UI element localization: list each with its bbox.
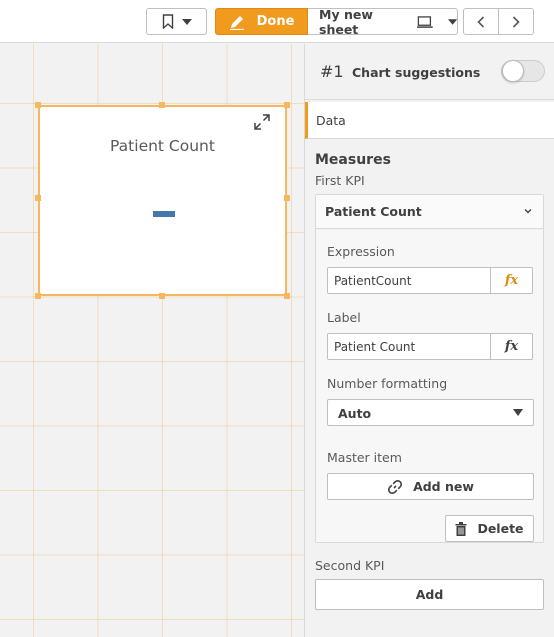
- add-new-master-item-button[interactable]: Add new: [327, 473, 534, 500]
- next-sheet-button[interactable]: [498, 8, 534, 35]
- caret-down-icon: [447, 18, 458, 25]
- measure-accordion: Patient Count Expression PatientCount fx…: [315, 194, 544, 543]
- tab-data[interactable]: Data: [305, 102, 554, 139]
- number-formatting-select[interactable]: Auto: [327, 399, 534, 426]
- expression-input[interactable]: PatientCount: [327, 267, 491, 294]
- resize-handle-right[interactable]: [284, 195, 290, 201]
- master-item-label: Master item: [327, 450, 402, 465]
- label-input[interactable]: Patient Count: [327, 333, 491, 360]
- measure-header-label: Patient Count: [325, 204, 422, 219]
- sheet-menu-button[interactable]: My new sheet: [308, 6, 458, 37]
- done-label: Done: [256, 14, 295, 29]
- kpi-title: Patient Count: [110, 137, 215, 155]
- bookmarks-button[interactable]: [146, 8, 207, 35]
- measures-heading: Measures: [315, 152, 391, 168]
- toolbar: Done My new sheet: [0, 0, 554, 43]
- label-field-label: Label: [327, 310, 361, 325]
- kpi-value-text: –: [153, 211, 154, 212]
- chart-suggestions-toggle[interactable]: [501, 60, 545, 82]
- measure-accordion-header[interactable]: Patient Count: [316, 195, 543, 229]
- trash-icon: [455, 521, 467, 536]
- link-icon: [388, 479, 403, 494]
- resize-handle-top-left[interactable]: [35, 102, 41, 108]
- label-fx-button[interactable]: fx: [490, 333, 533, 360]
- expression-fx-button[interactable]: fx: [490, 267, 533, 294]
- delete-measure-button[interactable]: Delete: [445, 515, 534, 542]
- chevron-left-icon: [477, 15, 485, 28]
- number-formatting-value: Auto: [338, 406, 372, 421]
- sheet-monitor-icon: [417, 15, 433, 28]
- kpi-value: –: [153, 211, 175, 217]
- kpi-chart-object[interactable]: Patient Count –: [38, 105, 287, 296]
- object-number: #1: [320, 62, 344, 81]
- delete-label: Delete: [477, 521, 524, 536]
- toggle-knob: [502, 60, 524, 82]
- expression-label: Expression: [327, 244, 395, 259]
- expand-icon[interactable]: [253, 113, 271, 131]
- panel-header: #1 Chart suggestions: [305, 44, 554, 100]
- chevron-right-icon: [512, 15, 520, 28]
- resize-handle-bottom-left[interactable]: [35, 293, 41, 299]
- resize-handle-bottom[interactable]: [159, 293, 165, 299]
- caret-down-icon: [513, 409, 523, 416]
- properties-panel: #1 Chart suggestions Data Measures First…: [304, 44, 554, 637]
- bookmark-icon: [162, 14, 173, 29]
- add-new-label: Add new: [413, 479, 474, 494]
- resize-handle-top[interactable]: [159, 102, 165, 108]
- resize-handle-left[interactable]: [35, 195, 41, 201]
- measure-accordion-body: Expression PatientCount fx Label Patient…: [316, 230, 543, 542]
- first-kpi-label: First KPI: [315, 173, 365, 188]
- caret-down-icon: [181, 18, 192, 25]
- add-label: Add: [415, 587, 444, 602]
- number-formatting-label: Number formatting: [327, 376, 448, 391]
- second-kpi-label: Second KPI: [315, 558, 385, 573]
- add-second-kpi-button[interactable]: Add: [315, 579, 544, 610]
- done-editing-button[interactable]: Done: [215, 8, 308, 35]
- sheet-title: My new sheet: [319, 6, 373, 37]
- pencil-icon: [229, 15, 244, 30]
- resize-handle-top-right[interactable]: [284, 102, 290, 108]
- chart-suggestions-label: Chart suggestions: [352, 65, 481, 80]
- resize-handle-bottom-right[interactable]: [284, 293, 290, 299]
- chevron-down-icon: [524, 209, 532, 214]
- previous-sheet-button[interactable]: [463, 8, 499, 35]
